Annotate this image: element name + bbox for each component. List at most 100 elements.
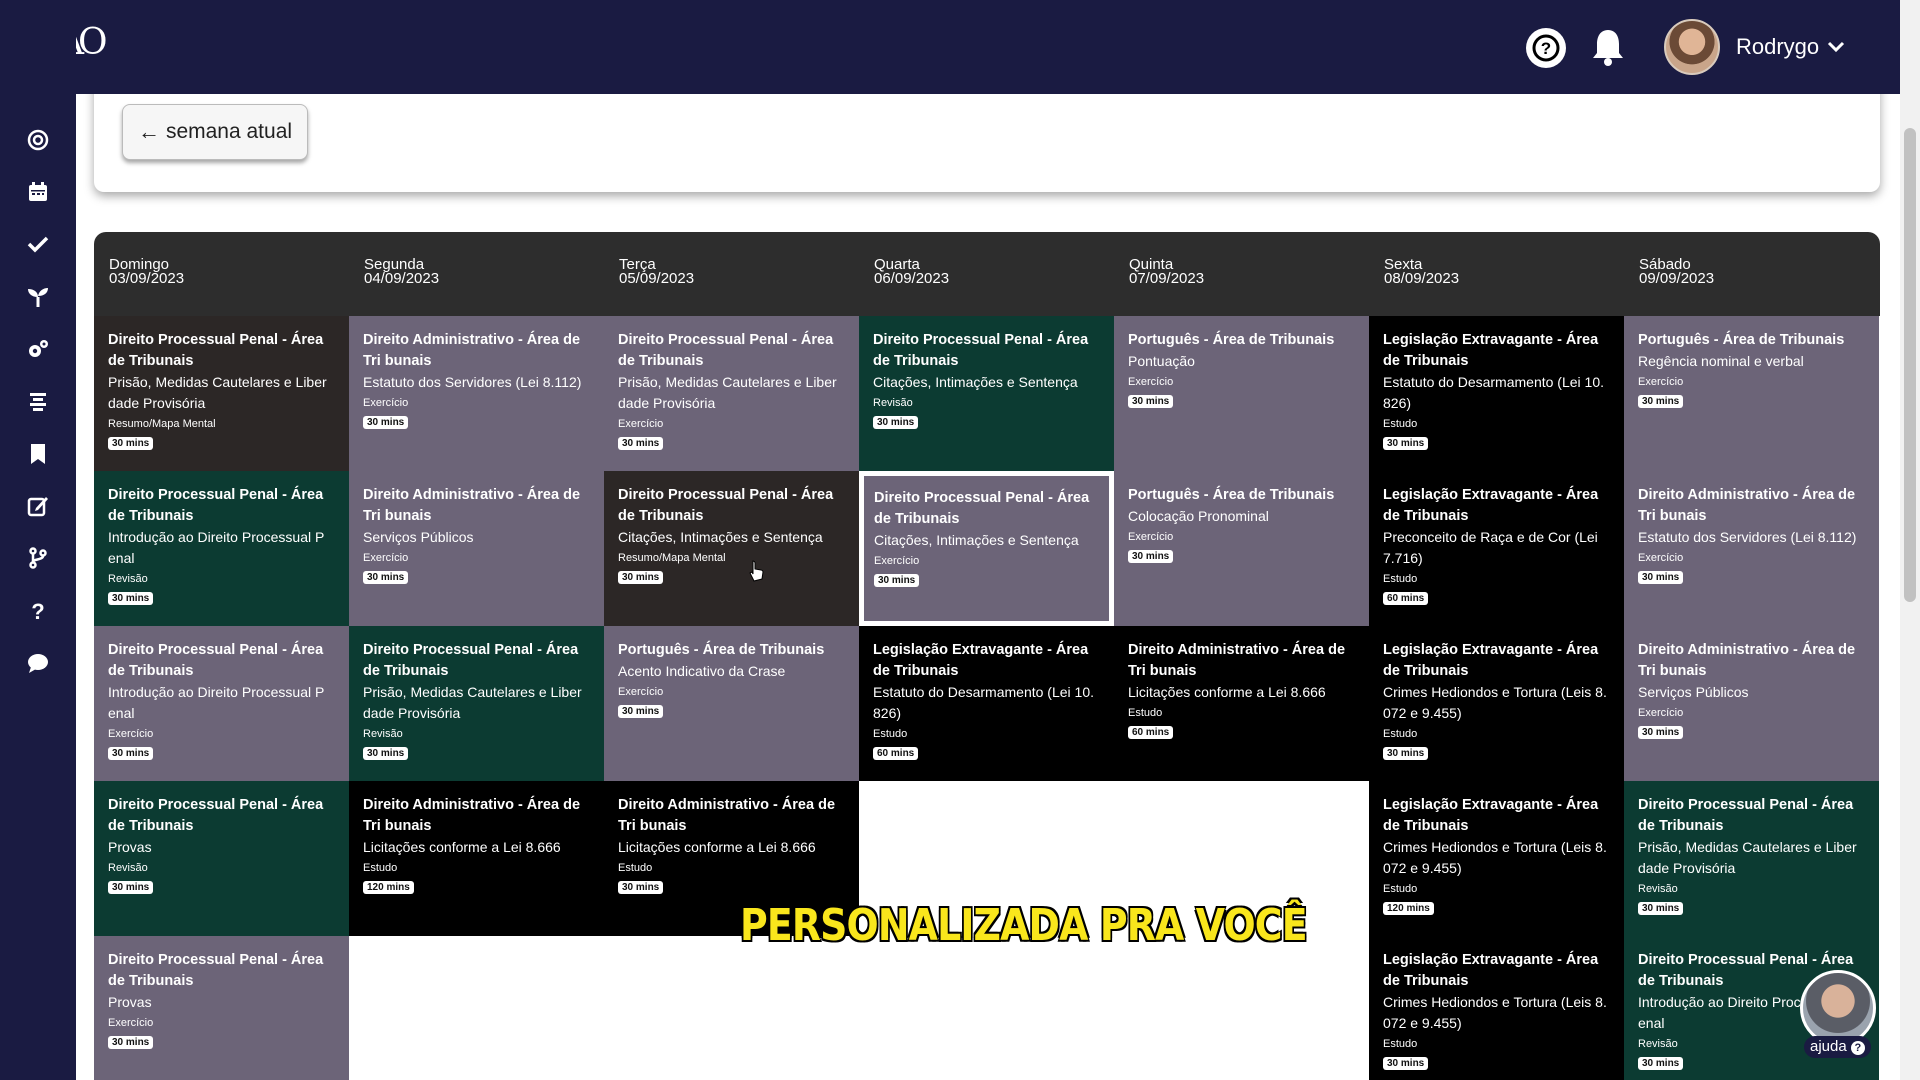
study-block-type: Estudo <box>618 862 653 874</box>
study-block[interactable]: Legislação Extravagante - Área de Tribun… <box>859 626 1114 781</box>
study-block[interactable]: Legislação Extravagante - Área de Tribun… <box>1369 936 1624 1080</box>
study-block-type: Estudo <box>1383 1038 1418 1050</box>
study-block[interactable]: Legislação Extravagante - Área de Tribun… <box>1369 626 1624 781</box>
study-block-title: Português - Área de Tribunais <box>1638 332 1845 348</box>
study-block[interactable]: Direito Processual Penal - Área de Tribu… <box>94 936 349 1080</box>
day-date: 05/09/2023 <box>619 270 695 287</box>
study-block[interactable]: Direito Administrativo - Área de Tri bun… <box>349 316 604 471</box>
duration-badge: 60 mins <box>873 747 919 760</box>
study-block-type: Exercício <box>108 728 154 740</box>
study-block-topic: Colocação Pronominal <box>1128 508 1269 524</box>
study-block-title: Português - Área de Tribunais <box>1128 332 1335 348</box>
mouse-cursor-icon <box>748 560 764 582</box>
study-block-topic: Acento Indicativo da Crase <box>618 663 786 679</box>
study-block[interactable]: Direito Processual Penal - Área de Tribu… <box>604 471 859 626</box>
question-circle-icon: ? <box>1850 1041 1865 1055</box>
chat-icon[interactable] <box>22 647 54 679</box>
study-block-topic: Serviços Públicos <box>363 529 474 545</box>
study-block-topic: Licitações conforme a Lei 8.666 <box>1128 684 1326 700</box>
study-block-title: Português - Área de Tribunais <box>1128 487 1335 503</box>
study-block-type: Estudo <box>873 728 908 740</box>
study-block[interactable]: Legislação Extravagante - Área de Tribun… <box>1369 781 1624 936</box>
study-block-topic: Serviços Públicos <box>1638 684 1749 700</box>
study-block[interactable]: Português - Área de Tribunais Colocação P… <box>1114 471 1369 626</box>
study-block[interactable]: Português - Área de Tribunais Acento Indi… <box>604 626 859 781</box>
study-block[interactable]: Direito Administrativo - Área de Tri bun… <box>1624 626 1879 781</box>
duration-badge: 30 mins <box>1638 726 1684 739</box>
study-block-type: Resumo/Mapa Mental <box>618 552 726 564</box>
day-header: Sábado 09/09/2023 <box>1639 257 1715 287</box>
target-icon[interactable] <box>22 124 54 156</box>
help-label: ajuda ? <box>1804 1036 1871 1058</box>
day-date: 08/09/2023 <box>1384 270 1460 287</box>
study-block-title: Direito Processual Penal - Área de Tribu… <box>618 332 834 369</box>
study-block-topic: Estatuto do Desarmamento (Lei 10. 826) <box>873 684 1095 721</box>
duration-badge: 30 mins <box>1638 1057 1684 1070</box>
study-block[interactable]: Direito Processual Penal - Área de Tribu… <box>859 471 1114 626</box>
study-block-topic: Prisão, Medidas Cautelares e Liber dade … <box>108 374 327 411</box>
study-block[interactable]: Direito Processual Penal - Área de Tribu… <box>859 316 1114 471</box>
study-block-topic: Pontuação <box>1128 353 1195 369</box>
study-block-topic: Preconceito de Raça e de Cor (Lei 7.716) <box>1383 529 1598 566</box>
study-block[interactable]: Direito Processual Penal - Área de Tribu… <box>604 316 859 471</box>
study-block[interactable]: Direito Processual Penal - Área de Tribu… <box>94 626 349 781</box>
duration-badge: 60 mins <box>1128 726 1174 739</box>
study-block[interactable]: Direito Processual Penal - Área de Tribu… <box>1624 781 1879 936</box>
calendar-icon[interactable] <box>22 176 54 208</box>
study-block[interactable]: Direito Administrativo - Área de Tri bun… <box>349 781 604 936</box>
study-block[interactable]: Direito Processual Penal - Área de Tribu… <box>349 626 604 781</box>
study-block[interactable]: Direito Administrativo - Área de Tri bun… <box>1624 471 1879 626</box>
study-block[interactable]: Português - Área de Tribunais Pontuação Ex… <box>1114 316 1369 471</box>
study-block-title: Direito Processual Penal - Área de Tribu… <box>108 487 324 524</box>
arrow-left-icon: ← <box>137 119 160 144</box>
code-branch-icon[interactable] <box>22 542 54 574</box>
scrollbar-thumb[interactable] <box>1904 128 1916 602</box>
study-block[interactable]: Direito Administrativo - Área de Tri bun… <box>349 471 604 626</box>
study-block-topic: Provas <box>108 839 152 855</box>
align-center-icon[interactable] <box>22 385 54 417</box>
study-block-title: Português - Área de Tribunais <box>618 642 825 658</box>
question-icon[interactable]: ? <box>22 594 54 626</box>
study-block-title: Legislação Extravagante - Área de Tribun… <box>1383 642 1599 679</box>
study-block-title: Direito Processual Penal - Área de Tribu… <box>873 332 1089 369</box>
study-block-type: Revisão <box>108 573 148 585</box>
duration-badge: 60 mins <box>1383 592 1429 605</box>
study-block[interactable]: Português - Área de Tribunais Regência no… <box>1624 316 1879 471</box>
study-block-title: Direito Administrativo - Área de Tri bun… <box>363 332 581 369</box>
sprout-icon[interactable] <box>22 281 54 313</box>
duration-badge: 30 mins <box>1383 437 1429 450</box>
bell-icon[interactable] <box>1588 26 1628 68</box>
study-block-topic: Regência nominal e verbal <box>1638 353 1804 369</box>
day-date: 06/09/2023 <box>874 270 950 287</box>
duration-badge: 30 mins <box>108 437 154 450</box>
study-block-title: Direito Administrativo - Área de Tri bun… <box>618 797 836 834</box>
study-block[interactable]: Legislação Extravagante - Área de Tribun… <box>1369 316 1624 471</box>
duration-badge: 30 mins <box>363 416 409 429</box>
study-block-topic: Introdução ao Direito Processual P enal <box>108 684 325 721</box>
study-block[interactable]: Legislação Extravagante - Área de Tribun… <box>1369 471 1624 626</box>
day-header: Domingo 03/09/2023 <box>109 257 185 287</box>
bookmark-icon[interactable] <box>22 438 54 470</box>
day-date: 09/09/2023 <box>1639 270 1715 287</box>
gears-icon[interactable] <box>22 333 54 365</box>
study-block-topic: Introdução ao Direito Processual P enal <box>108 529 325 566</box>
study-block[interactable]: Direito Processual Penal - Área de Tribu… <box>94 316 349 471</box>
study-block[interactable]: Direito Processual Penal - Área de Tribu… <box>94 471 349 626</box>
duration-badge: 30 mins <box>1128 395 1174 408</box>
study-block[interactable]: Direito Administrativo - Área de Tri bun… <box>1114 626 1369 781</box>
edit-icon[interactable] <box>22 490 54 522</box>
study-block-type: Revisão <box>873 397 913 409</box>
day-date: 04/09/2023 <box>364 270 440 287</box>
day-header: Quarta 06/09/2023 <box>874 257 950 287</box>
day-date: 03/09/2023 <box>109 270 185 287</box>
user-menu[interactable]: Rodrygo <box>1664 18 1845 76</box>
study-block-title: Legislação Extravagante - Área de Tribun… <box>1383 487 1599 524</box>
duration-badge: 30 mins <box>108 1036 154 1049</box>
study-block[interactable]: Direito Processual Penal - Área de Tribu… <box>94 781 349 936</box>
check-icon[interactable] <box>22 228 54 260</box>
question-circle-icon[interactable]: ? <box>1526 28 1566 68</box>
current-week-button[interactable]: ← semana atual <box>122 104 308 160</box>
study-block-type: Revisão <box>363 728 403 740</box>
study-block-type: Estudo <box>1383 573 1418 585</box>
help-widget[interactable]: ajuda ? <box>1800 970 1878 1058</box>
